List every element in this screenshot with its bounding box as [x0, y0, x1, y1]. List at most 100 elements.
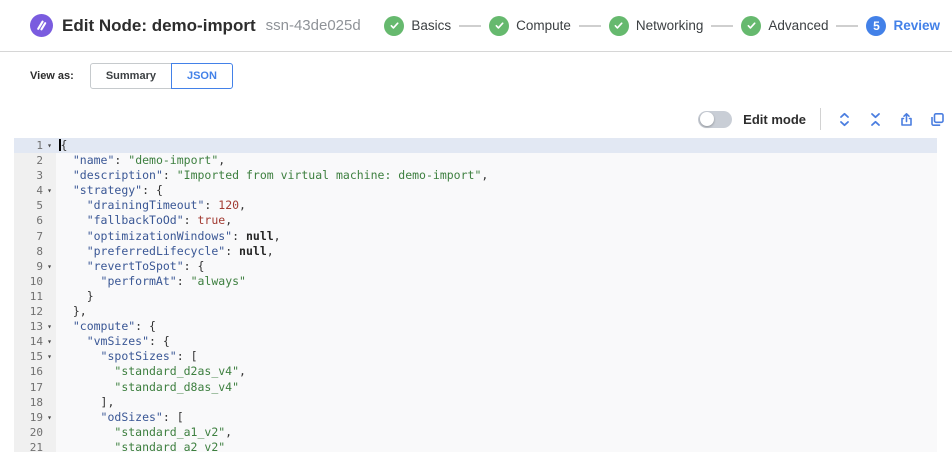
step-connector: [836, 25, 858, 27]
line-number: 18: [14, 395, 43, 410]
view-as-summary-button[interactable]: Summary: [90, 63, 172, 89]
step-label: Compute: [516, 18, 571, 33]
code-line: 1▾{: [14, 138, 937, 153]
line-number: 14: [14, 334, 43, 349]
code-text: "standard_d8as_v4": [56, 380, 239, 395]
code-text: "vmSizes": {: [56, 334, 170, 349]
gutter-cell: 10: [14, 274, 56, 289]
code-line: 18 ],: [14, 395, 937, 410]
export-icon: [899, 112, 914, 127]
export-button[interactable]: [897, 110, 915, 128]
gutter-cell: 8: [14, 244, 56, 259]
fold-caret-icon[interactable]: ▾: [43, 319, 56, 334]
gutter-cell: 21: [14, 440, 56, 452]
line-number: 5: [14, 198, 43, 213]
gutter-cell: 3: [14, 168, 56, 183]
line-number: 4: [14, 183, 43, 198]
fold-caret-icon[interactable]: ▾: [43, 259, 56, 274]
step-label: Review: [893, 18, 940, 33]
gutter-cell: 12: [14, 304, 56, 319]
fold-caret-icon[interactable]: ▾: [43, 183, 56, 198]
code-line: 16 "standard_d2as_v4",: [14, 364, 937, 379]
code-line: 9▾ "revertToSpot": {: [14, 259, 937, 274]
gutter-cell: 16: [14, 364, 56, 379]
gutter-cell: 6: [14, 213, 56, 228]
line-number: 12: [14, 304, 43, 319]
code-line: 11 }: [14, 289, 937, 304]
expand-all-button[interactable]: [835, 110, 853, 128]
copy-button[interactable]: [928, 110, 946, 128]
step-connector: [579, 25, 601, 27]
spot-logo-icon: [30, 14, 53, 37]
code-text: "optimizationWindows": null,: [56, 229, 281, 244]
gutter-cell: 20: [14, 425, 56, 440]
gutter-cell: 15▾: [14, 349, 56, 364]
step-compute[interactable]: Compute: [489, 16, 571, 36]
code-line: 17 "standard_d8as_v4": [14, 380, 937, 395]
fold-spacer: [43, 289, 56, 304]
code-line: 6 "fallbackToOd": true,: [14, 213, 937, 228]
line-number: 11: [14, 289, 43, 304]
code-line: 19▾ "odSizes": [: [14, 410, 937, 425]
view-as-bar: View as: SummaryJSON: [30, 63, 233, 89]
code-text: }: [56, 289, 94, 304]
fold-spacer: [43, 380, 56, 395]
code-text: "standard_a2_v2": [56, 440, 225, 452]
edit-mode-toggle[interactable]: [698, 111, 732, 128]
gutter-cell: 14▾: [14, 334, 56, 349]
code-text: "standard_a1_v2",: [56, 425, 232, 440]
line-number: 9: [14, 259, 43, 274]
unfold-icon: [838, 112, 851, 127]
gutter-cell: 5: [14, 198, 56, 213]
view-as-json-button[interactable]: JSON: [171, 63, 233, 89]
check-icon: [384, 16, 404, 36]
code-line: 4▾ "strategy": {: [14, 183, 937, 198]
step-advanced[interactable]: Advanced: [741, 16, 828, 36]
line-number: 20: [14, 425, 43, 440]
step-basics[interactable]: Basics: [384, 16, 451, 36]
code-text: "revertToSpot": {: [56, 259, 204, 274]
code-text: "name": "demo-import",: [56, 153, 225, 168]
step-networking[interactable]: Networking: [609, 16, 704, 36]
fold-caret-icon[interactable]: ▾: [43, 349, 56, 364]
step-number-badge: 5: [866, 16, 886, 36]
step-review[interactable]: 5 Review: [866, 16, 940, 36]
fold-spacer: [43, 395, 56, 410]
wizard-stepper: Basics Compute Networking Advanced 5 Review: [384, 16, 940, 36]
line-number: 13: [14, 319, 43, 334]
code-text: "preferredLifecycle": null,: [56, 244, 274, 259]
toggle-knob: [700, 112, 714, 126]
line-number: 1: [14, 138, 43, 153]
code-text: "performAt": "always": [56, 274, 246, 289]
fold-spacer: [43, 198, 56, 213]
json-editor[interactable]: 1▾{2 "name": "demo-import",3 "descriptio…: [14, 138, 937, 452]
edit-mode-label: Edit mode: [743, 112, 806, 127]
collapse-all-button[interactable]: [866, 110, 884, 128]
check-icon: [489, 16, 509, 36]
code-line: 3 "description": "Imported from virtual …: [14, 168, 937, 183]
fold-caret-icon[interactable]: ▾: [43, 410, 56, 425]
code-text: "odSizes": [: [56, 410, 184, 425]
line-number: 17: [14, 380, 43, 395]
step-label: Basics: [411, 18, 451, 33]
code-line: 12 },: [14, 304, 937, 319]
gutter-cell: 13▾: [14, 319, 56, 334]
fold-caret-icon[interactable]: ▾: [43, 334, 56, 349]
fold-spacer: [43, 304, 56, 319]
line-number: 21: [14, 440, 43, 452]
gutter-cell: 18: [14, 395, 56, 410]
code-text: "spotSizes": [: [56, 349, 198, 364]
line-number: 6: [14, 213, 43, 228]
fold-spacer: [43, 213, 56, 228]
code-text: {: [56, 138, 67, 153]
code-line: 5 "drainingTimeout": 120,: [14, 198, 937, 213]
code-line: 8 "preferredLifecycle": null,: [14, 244, 937, 259]
code-text: ],: [56, 395, 114, 410]
fold-caret-icon[interactable]: ▾: [43, 138, 56, 153]
line-number: 19: [14, 410, 43, 425]
gutter-cell: 11: [14, 289, 56, 304]
copy-icon: [930, 112, 945, 127]
check-icon: [741, 16, 761, 36]
node-id: ssn-43de025d: [266, 17, 361, 34]
step-label: Networking: [636, 18, 704, 33]
